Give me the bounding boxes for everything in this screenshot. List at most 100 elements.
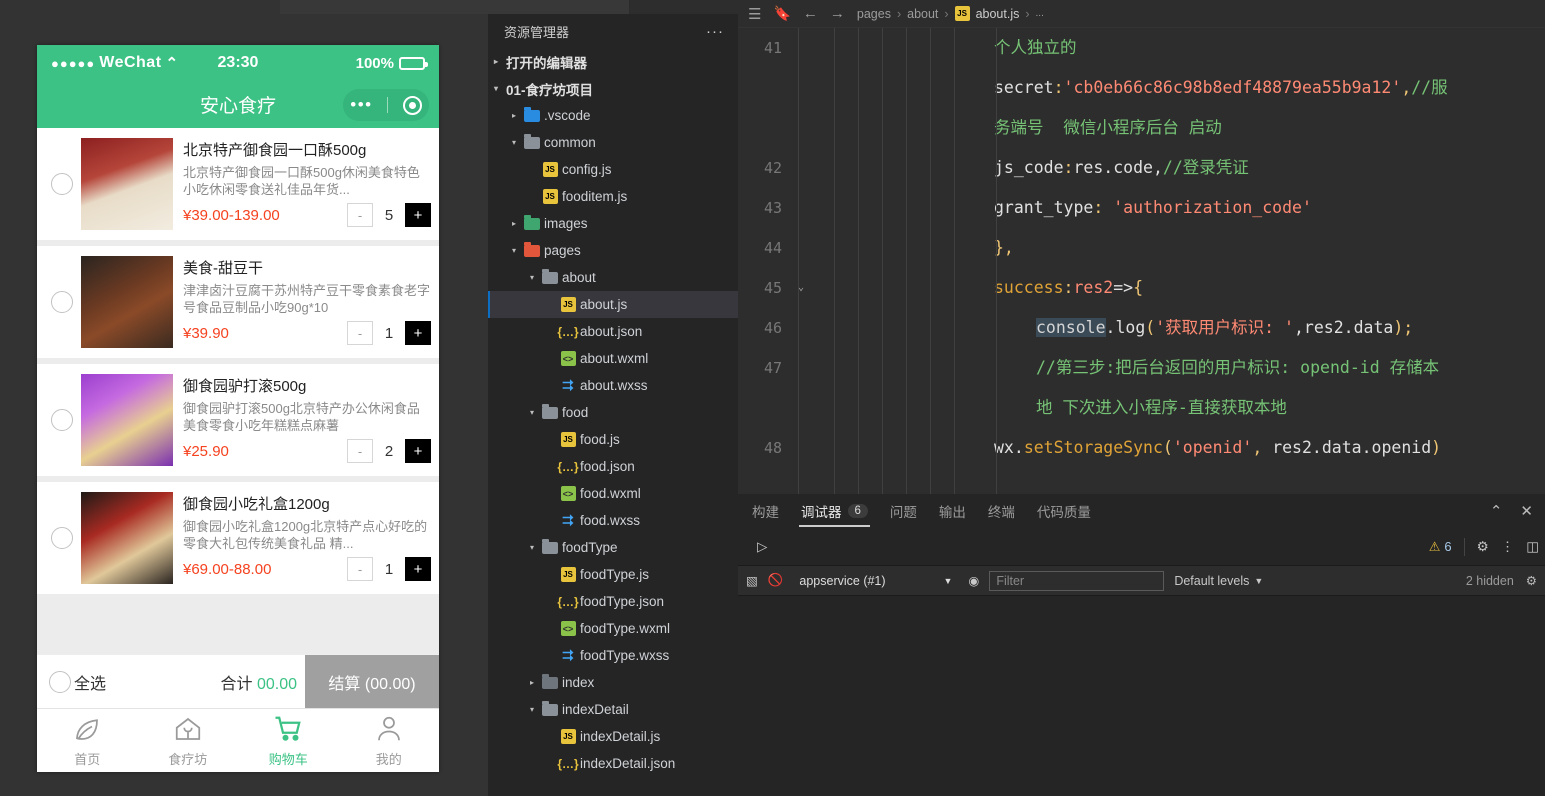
- item-checkbox[interactable]: [51, 173, 73, 195]
- capsule-button[interactable]: •••: [343, 89, 429, 121]
- cart-item[interactable]: 御食园驴打滚500g 御食园驴打滚500g北京特产办公休闲食品美食零食小吃年糕糕点…: [37, 364, 439, 476]
- increase-button[interactable]: +: [405, 439, 431, 463]
- decrease-button[interactable]: -: [347, 321, 373, 345]
- tabbar-item-person[interactable]: 我的: [339, 709, 440, 772]
- tabbar-item-cart[interactable]: 购物车: [238, 709, 339, 772]
- chevron-right-icon[interactable]: ▸: [488, 57, 504, 66]
- outline-icon[interactable]: ☰: [748, 5, 761, 23]
- warning-indicator[interactable]: ⚠ 6: [1429, 539, 1452, 555]
- tree-file[interactable]: JS food.js: [488, 426, 738, 453]
- chevron-right-icon[interactable]: ▸: [506, 111, 522, 120]
- panel-tab-输出[interactable]: 输出: [937, 495, 968, 527]
- product-thumbnail[interactable]: [81, 492, 173, 584]
- code-editor[interactable]: 41 个人独立的 secret:'cb0eb66c86c98b8edf48879ea…: [738, 28, 1545, 494]
- eye-icon[interactable]: ◉: [968, 573, 979, 588]
- select-all-control[interactable]: 全选: [37, 670, 106, 694]
- open-editors-section[interactable]: ▸ 打开的编辑器: [488, 48, 738, 75]
- increase-button[interactable]: +: [405, 321, 431, 345]
- panel-tab-调试器[interactable]: 调试器 6: [799, 495, 870, 527]
- tree-folder[interactable]: ▸ index: [488, 669, 738, 696]
- chevron-down-icon[interactable]: ▾: [524, 543, 540, 552]
- tree-file[interactable]: {…} about.json: [488, 318, 738, 345]
- context-select[interactable]: appservice (#1) ▼: [793, 571, 958, 591]
- increase-button[interactable]: +: [405, 203, 431, 227]
- cart-item[interactable]: 北京特产御食园一口酥500g 北京特产御食园一口酥500g休闲美食特色小吃休闲零食…: [37, 128, 439, 240]
- tree-folder[interactable]: ▾ foodType: [488, 534, 738, 561]
- back-arrow-icon[interactable]: ←: [803, 5, 818, 22]
- kebab-menu-icon[interactable]: ⋮: [1501, 539, 1515, 555]
- decrease-button[interactable]: -: [347, 439, 373, 463]
- panel-tab-问题[interactable]: 问题: [888, 495, 919, 527]
- tree-folder[interactable]: ▾ indexDetail: [488, 696, 738, 723]
- tree-file[interactable]: JS indexDetail.js: [488, 723, 738, 750]
- panel-tab-代码质量[interactable]: 代码质量: [1035, 495, 1093, 527]
- panel-tab-终端[interactable]: 终端: [986, 495, 1017, 527]
- tree-folder[interactable]: ▸ images: [488, 210, 738, 237]
- filter-input[interactable]: Filter: [989, 570, 1165, 591]
- product-thumbnail[interactable]: [81, 138, 173, 230]
- chevron-down-icon[interactable]: ▾: [506, 246, 522, 255]
- tree-folder[interactable]: ▾ common: [488, 129, 738, 156]
- tree-folder[interactable]: ▾ food: [488, 399, 738, 426]
- tabbar-item-leaf[interactable]: 首页: [37, 709, 138, 772]
- select-all-checkbox[interactable]: [49, 670, 71, 693]
- close-circle-icon[interactable]: [402, 95, 422, 115]
- close-panel-icon[interactable]: ✕: [1520, 502, 1533, 520]
- dock-icon[interactable]: ◫: [1526, 539, 1539, 555]
- tree-file[interactable]: JS fooditem.js: [488, 183, 738, 210]
- chevron-down-icon[interactable]: ▾: [524, 408, 540, 417]
- tree-file[interactable]: JS foodType.js: [488, 561, 738, 588]
- tree-folder[interactable]: ▾ pages: [488, 237, 738, 264]
- tree-folder[interactable]: ▾ about: [488, 264, 738, 291]
- tree-file[interactable]: JS config.js: [488, 156, 738, 183]
- clear-console-icon[interactable]: 🚫: [768, 573, 784, 588]
- tree-file[interactable]: ⮆ foodType.wxss: [488, 642, 738, 669]
- tree-file[interactable]: ⮆ about.wxss: [488, 372, 738, 399]
- cart-item[interactable]: 御食园小吃礼盒1200g 御食园小吃礼盒1200g北京特产点心好吃的零食大礼包传统…: [37, 482, 439, 594]
- tree-file[interactable]: JS about.js: [488, 291, 738, 318]
- tree-file[interactable]: {…} indexDetail.json: [488, 750, 738, 777]
- explorer-more-icon[interactable]: ···: [706, 23, 724, 40]
- chevron-down-icon[interactable]: ▾: [488, 84, 504, 93]
- tabbar-item-house[interactable]: 食疗坊: [138, 709, 239, 772]
- breadcrumb-about[interactable]: about: [907, 7, 938, 21]
- settings-gear-icon[interactable]: ⚙: [1526, 573, 1537, 588]
- tree-file[interactable]: <> foodType.wxml: [488, 615, 738, 642]
- fold-toggle-icon[interactable]: ⌄: [798, 268, 814, 308]
- chevron-right-icon[interactable]: ▸: [524, 678, 540, 687]
- item-checkbox[interactable]: [51, 409, 73, 431]
- levels-select[interactable]: Default levels ▼: [1174, 574, 1263, 588]
- decrease-button[interactable]: -: [347, 557, 373, 581]
- tree-folder[interactable]: ▸ .vscode: [488, 102, 738, 129]
- breadcrumb-more[interactable]: ...: [1036, 8, 1044, 19]
- more-dots-icon[interactable]: •••: [350, 96, 372, 113]
- product-thumbnail[interactable]: [81, 256, 173, 348]
- quantity-stepper[interactable]: -1 +: [347, 557, 431, 581]
- tree-file[interactable]: <> about.wxml: [488, 345, 738, 372]
- panel-tab-构建[interactable]: 构建: [750, 495, 781, 527]
- quantity-stepper[interactable]: -5 +: [347, 203, 431, 227]
- chevron-right-icon[interactable]: ▸: [506, 219, 522, 228]
- product-thumbnail[interactable]: [81, 374, 173, 466]
- gear-icon[interactable]: ⚙: [1477, 539, 1489, 555]
- chevron-down-icon[interactable]: ▾: [506, 138, 522, 147]
- item-checkbox[interactable]: [51, 291, 73, 313]
- increase-button[interactable]: +: [405, 557, 431, 581]
- quantity-stepper[interactable]: -1 +: [347, 321, 431, 345]
- cart-item[interactable]: 美食-甜豆干 津津卤汁豆腐干苏州特产豆干零食素食老字号食品豆制品小吃90g*10 ¥…: [37, 246, 439, 358]
- collapse-panel-icon[interactable]: ⌃: [1490, 502, 1503, 520]
- breadcrumb-pages[interactable]: pages: [857, 7, 891, 21]
- forward-arrow-icon[interactable]: →: [830, 5, 845, 22]
- tree-file[interactable]: <> food.wxml: [488, 480, 738, 507]
- bookmark-icon[interactable]: 🔖: [773, 5, 790, 22]
- tree-file[interactable]: {…} food.json: [488, 453, 738, 480]
- chevron-down-icon[interactable]: ▾: [524, 273, 540, 282]
- sidebar-toggle-icon[interactable]: ▧: [746, 573, 758, 588]
- quantity-stepper[interactable]: -2 +: [347, 439, 431, 463]
- item-checkbox[interactable]: [51, 527, 73, 549]
- tree-file[interactable]: ⮆ food.wxss: [488, 507, 738, 534]
- project-section[interactable]: ▾ 01-食疗坊项目: [488, 75, 738, 102]
- tree-file[interactable]: {…} foodType.json: [488, 588, 738, 615]
- breadcrumb-file[interactable]: about.js: [976, 7, 1020, 21]
- chevron-down-icon[interactable]: ▾: [524, 705, 540, 714]
